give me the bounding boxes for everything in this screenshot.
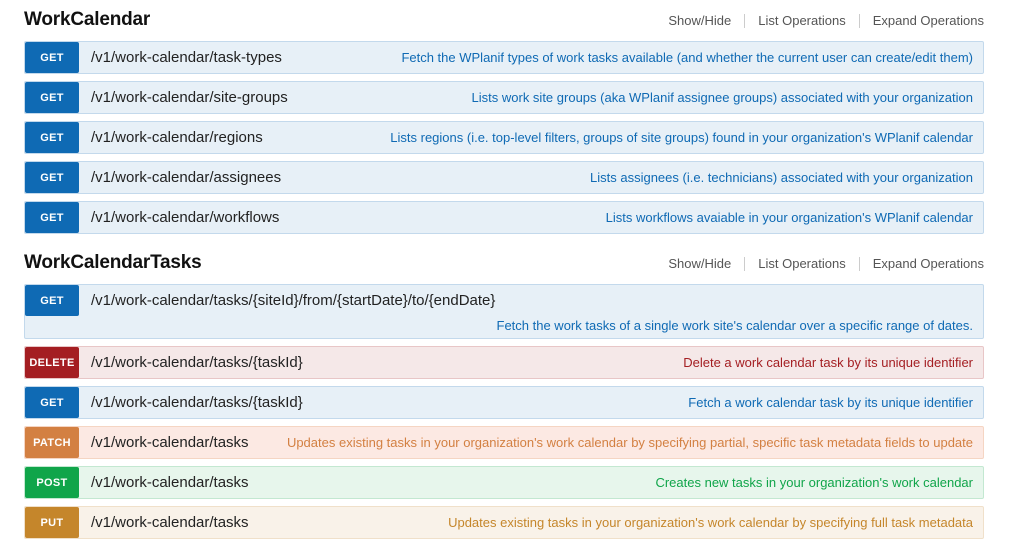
operation-heading: GET /v1/work-calendar/task-types Fetch t… [24,41,984,74]
show-hide-link[interactable]: Show/Hide [668,13,731,29]
section-controls: Show/Hide List Operations Expand Operati… [668,13,984,29]
operation-path[interactable]: /v1/work-calendar/tasks/{siteId}/from/{s… [91,285,495,316]
operation-path[interactable]: /v1/work-calendar/tasks [91,507,249,538]
api-section: WorkCalendar Show/Hide List Operations E… [24,7,984,234]
operation-summary: Fetch a work calendar task by its unique… [688,387,983,418]
operation-heading: POST /v1/work-calendar/tasks Creates new… [24,466,984,499]
divider [859,14,860,28]
operation-path[interactable]: /v1/work-calendar/tasks/{taskId} [91,387,303,418]
operation-heading: PUT /v1/work-calendar/tasks Updates exis… [24,506,984,539]
operation-summary: Fetch the work tasks of a single work si… [25,316,983,336]
operation-summary: Creates new tasks in your organization's… [655,467,983,498]
operation-row[interactable]: PUT /v1/work-calendar/tasks Updates exis… [24,506,984,539]
operation-heading: GET /v1/work-calendar/site-groups Lists … [24,81,984,114]
http-method-badge: GET [25,122,79,153]
operation-summary: Lists workflows avaiable in your organiz… [606,202,983,233]
operation-row[interactable]: PATCH /v1/work-calendar/tasks Updates ex… [24,426,984,459]
api-documentation: WorkCalendar Show/Hide List Operations E… [0,0,1010,539]
operations-list: GET /v1/work-calendar/task-types Fetch t… [24,41,984,234]
operation-heading: GET /v1/work-calendar/regions Lists regi… [24,121,984,154]
divider [744,14,745,28]
section-header: WorkCalendar Show/Hide List Operations E… [24,7,984,31]
http-method-badge: POST [25,467,79,498]
operation-row[interactable]: GET /v1/work-calendar/task-types Fetch t… [24,41,984,74]
operation-summary: Updates existing tasks in your organizat… [287,427,983,458]
operation-path[interactable]: /v1/work-calendar/tasks [91,467,249,498]
operation-heading: PATCH /v1/work-calendar/tasks Updates ex… [24,426,984,459]
operation-row[interactable]: GET /v1/work-calendar/assignees Lists as… [24,161,984,194]
section-header: WorkCalendarTasks Show/Hide List Operati… [24,250,984,274]
http-method-badge: GET [25,285,79,316]
operation-summary: Fetch the WPlanif types of work tasks av… [401,42,983,73]
expand-operations-link[interactable]: Expand Operations [873,256,984,272]
operation-row[interactable]: GET /v1/work-calendar/tasks/{taskId} Fet… [24,386,984,419]
operation-row[interactable]: GET /v1/work-calendar/tasks/{siteId}/fro… [24,284,984,339]
operation-heading: GET /v1/work-calendar/tasks/{taskId} Fet… [24,386,984,419]
operation-row[interactable]: GET /v1/work-calendar/regions Lists regi… [24,121,984,154]
api-section: WorkCalendarTasks Show/Hide List Operati… [24,250,984,539]
expand-operations-link[interactable]: Expand Operations [873,13,984,29]
http-method-badge: GET [25,42,79,73]
operation-path[interactable]: /v1/work-calendar/assignees [91,162,281,193]
operation-path[interactable]: /v1/work-calendar/task-types [91,42,282,73]
operation-heading: GET /v1/work-calendar/workflows Lists wo… [24,201,984,234]
operation-summary: Lists work site groups (aka WPlanif assi… [472,82,983,113]
operation-heading: GET /v1/work-calendar/assignees Lists as… [24,161,984,194]
operation-summary: Updates existing tasks in your organizat… [448,507,983,538]
operation-heading: GET /v1/work-calendar/tasks/{siteId}/fro… [24,284,984,339]
operation-row[interactable]: DELETE /v1/work-calendar/tasks/{taskId} … [24,346,984,379]
operations-list: GET /v1/work-calendar/tasks/{siteId}/fro… [24,284,984,539]
http-method-badge: GET [25,162,79,193]
operation-path[interactable]: /v1/work-calendar/regions [91,122,263,153]
list-operations-link[interactable]: List Operations [758,256,845,272]
operation-summary: Lists assignees (i.e. technicians) assoc… [590,162,983,193]
operation-row[interactable]: GET /v1/work-calendar/site-groups Lists … [24,81,984,114]
operation-path[interactable]: /v1/work-calendar/tasks/{taskId} [91,347,303,378]
operation-summary: Lists regions (i.e. top-level filters, g… [390,122,983,153]
divider [859,257,860,271]
sections-root: WorkCalendar Show/Hide List Operations E… [24,7,984,539]
operation-path[interactable]: /v1/work-calendar/site-groups [91,82,288,113]
show-hide-link[interactable]: Show/Hide [668,256,731,272]
section-title[interactable]: WorkCalendarTasks [24,252,202,274]
operation-row[interactable]: GET /v1/work-calendar/workflows Lists wo… [24,201,984,234]
list-operations-link[interactable]: List Operations [758,13,845,29]
section-controls: Show/Hide List Operations Expand Operati… [668,256,984,272]
operation-row[interactable]: POST /v1/work-calendar/tasks Creates new… [24,466,984,499]
operation-heading: DELETE /v1/work-calendar/tasks/{taskId} … [24,346,984,379]
http-method-badge: GET [25,82,79,113]
section-title[interactable]: WorkCalendar [24,9,150,31]
divider [744,257,745,271]
http-method-badge: GET [25,387,79,418]
http-method-badge: DELETE [25,347,79,378]
operation-path[interactable]: /v1/work-calendar/workflows [91,202,279,233]
http-method-badge: PATCH [25,427,79,458]
http-method-badge: PUT [25,507,79,538]
http-method-badge: GET [25,202,79,233]
operation-summary: Delete a work calendar task by its uniqu… [683,347,983,378]
operation-path[interactable]: /v1/work-calendar/tasks [91,427,249,458]
